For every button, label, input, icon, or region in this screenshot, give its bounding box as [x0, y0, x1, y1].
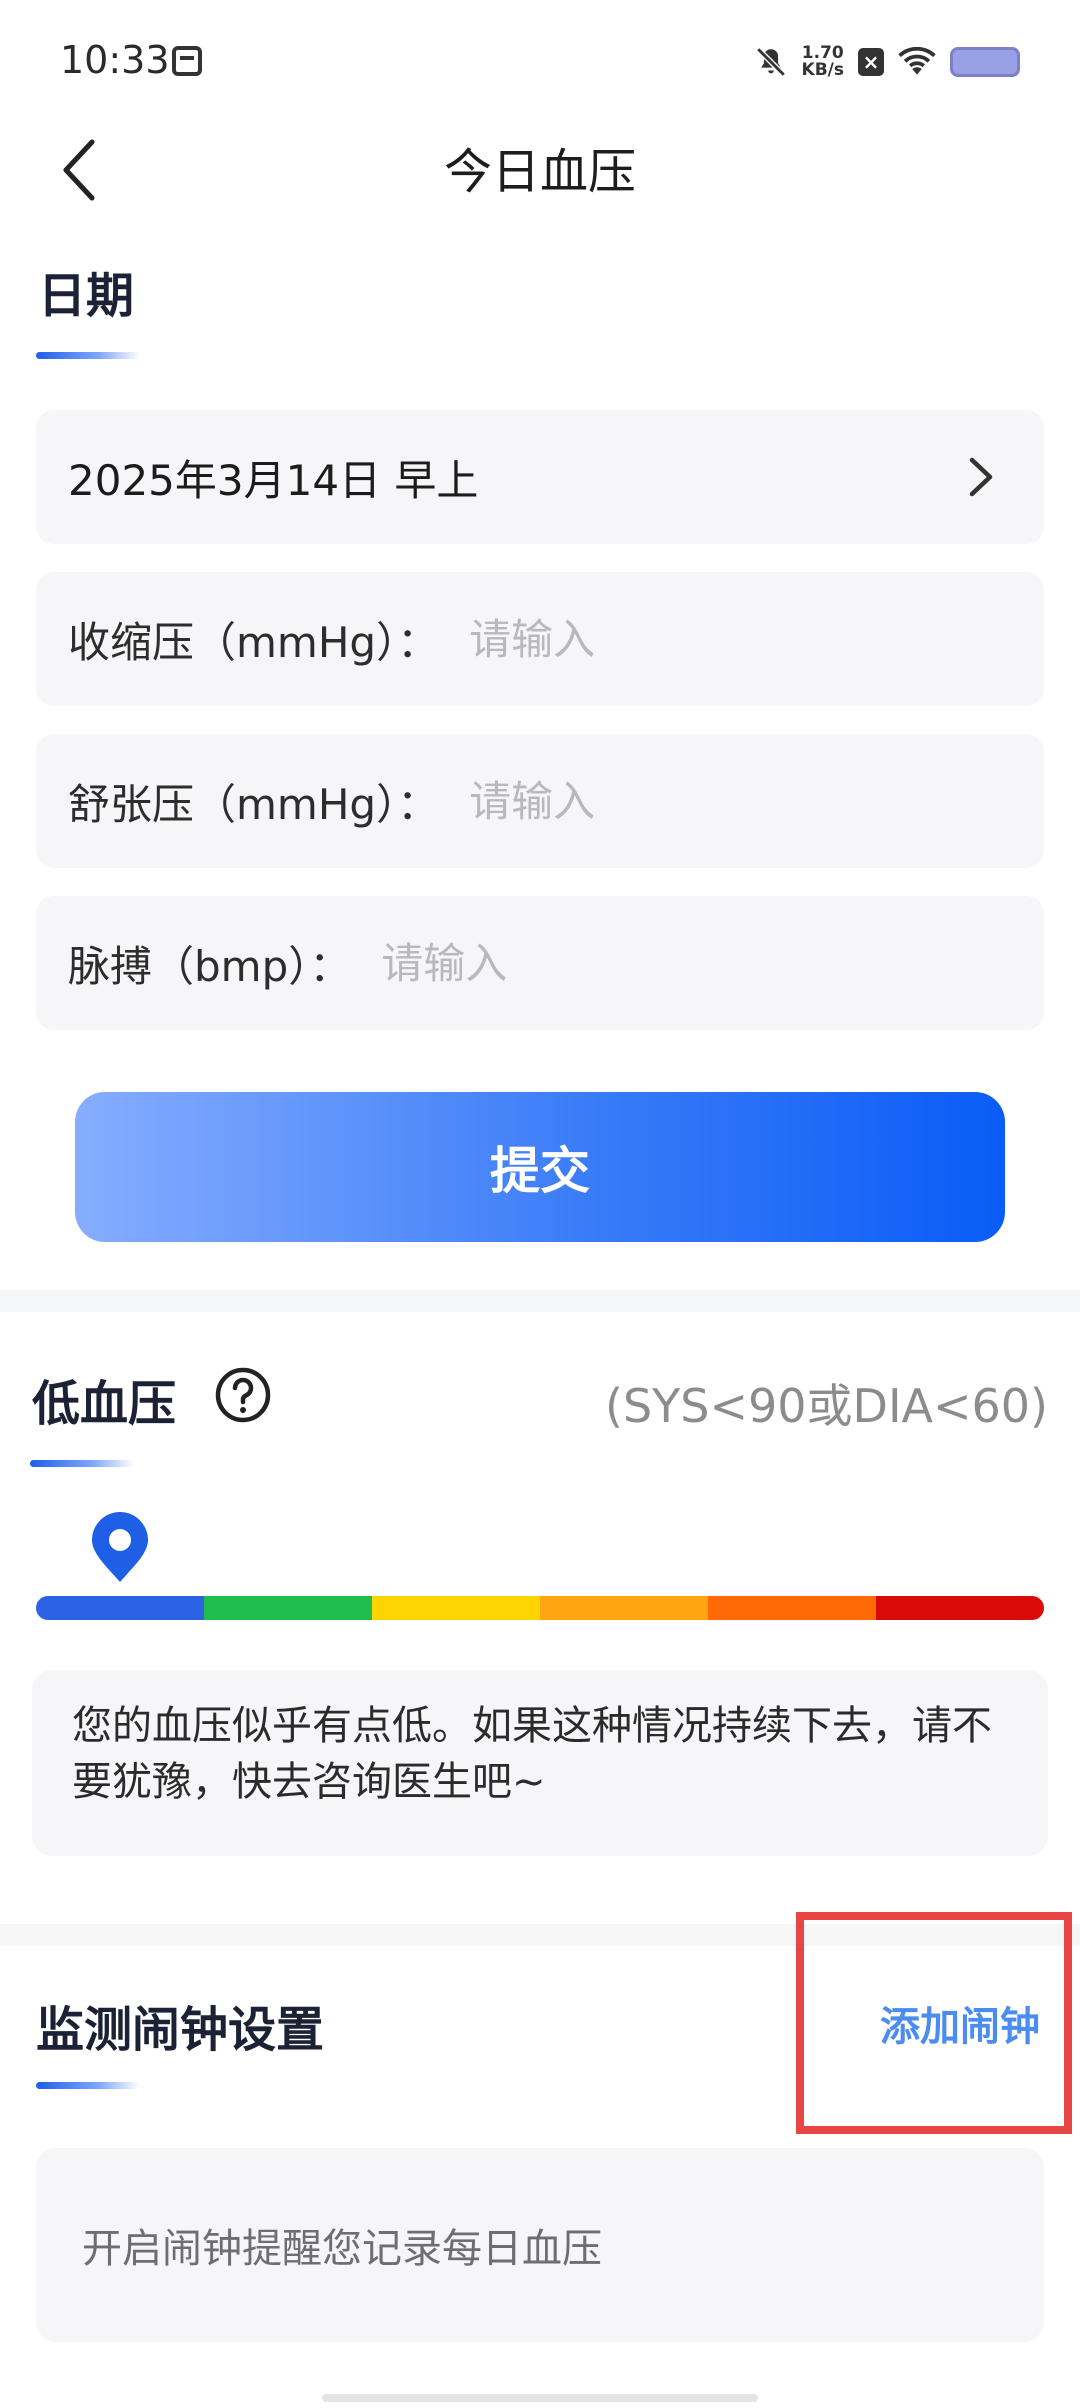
scale-segment-6	[876, 1596, 1044, 1620]
scale-segment-1	[36, 1596, 204, 1620]
wifi-icon	[898, 47, 936, 75]
network-speed-unit: KB/s	[801, 60, 844, 80]
scale-segment-5	[708, 1596, 876, 1620]
help-question-icon[interactable]	[214, 1366, 272, 1424]
alarm-empty-card: 开启闹钟提醒您记录每日血压	[36, 2148, 1044, 2342]
diastolic-label: 舒张压（mmHg）：	[68, 779, 440, 829]
page-title: 今日血压	[443, 144, 636, 200]
range-note: (SYS<90或DIA<60)	[605, 1379, 1048, 1433]
scale-segment-3	[372, 1596, 540, 1620]
date-selector[interactable]: 2025年3月14日 早上	[36, 410, 1044, 544]
date-section-title: 日期	[38, 268, 135, 324]
status-time: 10:33	[60, 38, 170, 82]
systolic-label: 收缩压（mmHg）：	[68, 617, 440, 667]
battery-icon	[950, 47, 1020, 77]
chevron-right-icon	[969, 457, 993, 497]
calendar-notification-icon	[172, 46, 202, 76]
advice-text: 您的血压似乎有点低。如果这种情况持续下去，请不要犹豫，快去咨询医生吧~	[32, 1670, 1048, 1856]
scale-segment-4	[540, 1596, 708, 1620]
systolic-input[interactable]	[469, 614, 970, 664]
bell-muted-icon	[755, 47, 786, 77]
alarm-card-text: 开启闹钟提醒您记录每日血压	[82, 2226, 602, 2272]
section-underline	[30, 1460, 134, 1467]
pulse-label: 脉搏（bmp）：	[68, 941, 352, 991]
pulse-field: 脉搏（bmp）：	[36, 896, 1044, 1030]
status-bar: 10:33 1.70 KB/s ×	[0, 0, 1080, 120]
home-indicator[interactable]	[322, 2394, 758, 2402]
network-speed: 1.70 KB/s	[802, 45, 844, 79]
highlight-box	[796, 1912, 1072, 2134]
bp-level-scale	[36, 1596, 1044, 1620]
scale-segment-2	[204, 1596, 372, 1620]
status-icons: 1.70 KB/s ×	[754, 40, 1020, 84]
section-underline	[36, 2082, 140, 2089]
location-pin-icon	[92, 1512, 148, 1582]
section-divider	[0, 1290, 1080, 1312]
pulse-input[interactable]	[381, 938, 882, 988]
submit-button[interactable]: 提交	[75, 1092, 1005, 1242]
result-title: 低血压	[32, 1376, 177, 1432]
alarm-section-title: 监测闹钟设置	[36, 2002, 325, 2058]
diastolic-input[interactable]	[469, 776, 970, 826]
diastolic-field: 舒张压（mmHg）：	[36, 734, 1044, 868]
section-underline	[36, 352, 140, 359]
systolic-field: 收缩压（mmHg）：	[36, 572, 1044, 706]
date-value: 2025年3月14日 早上	[68, 455, 479, 505]
sim-off-icon: ×	[858, 48, 884, 76]
